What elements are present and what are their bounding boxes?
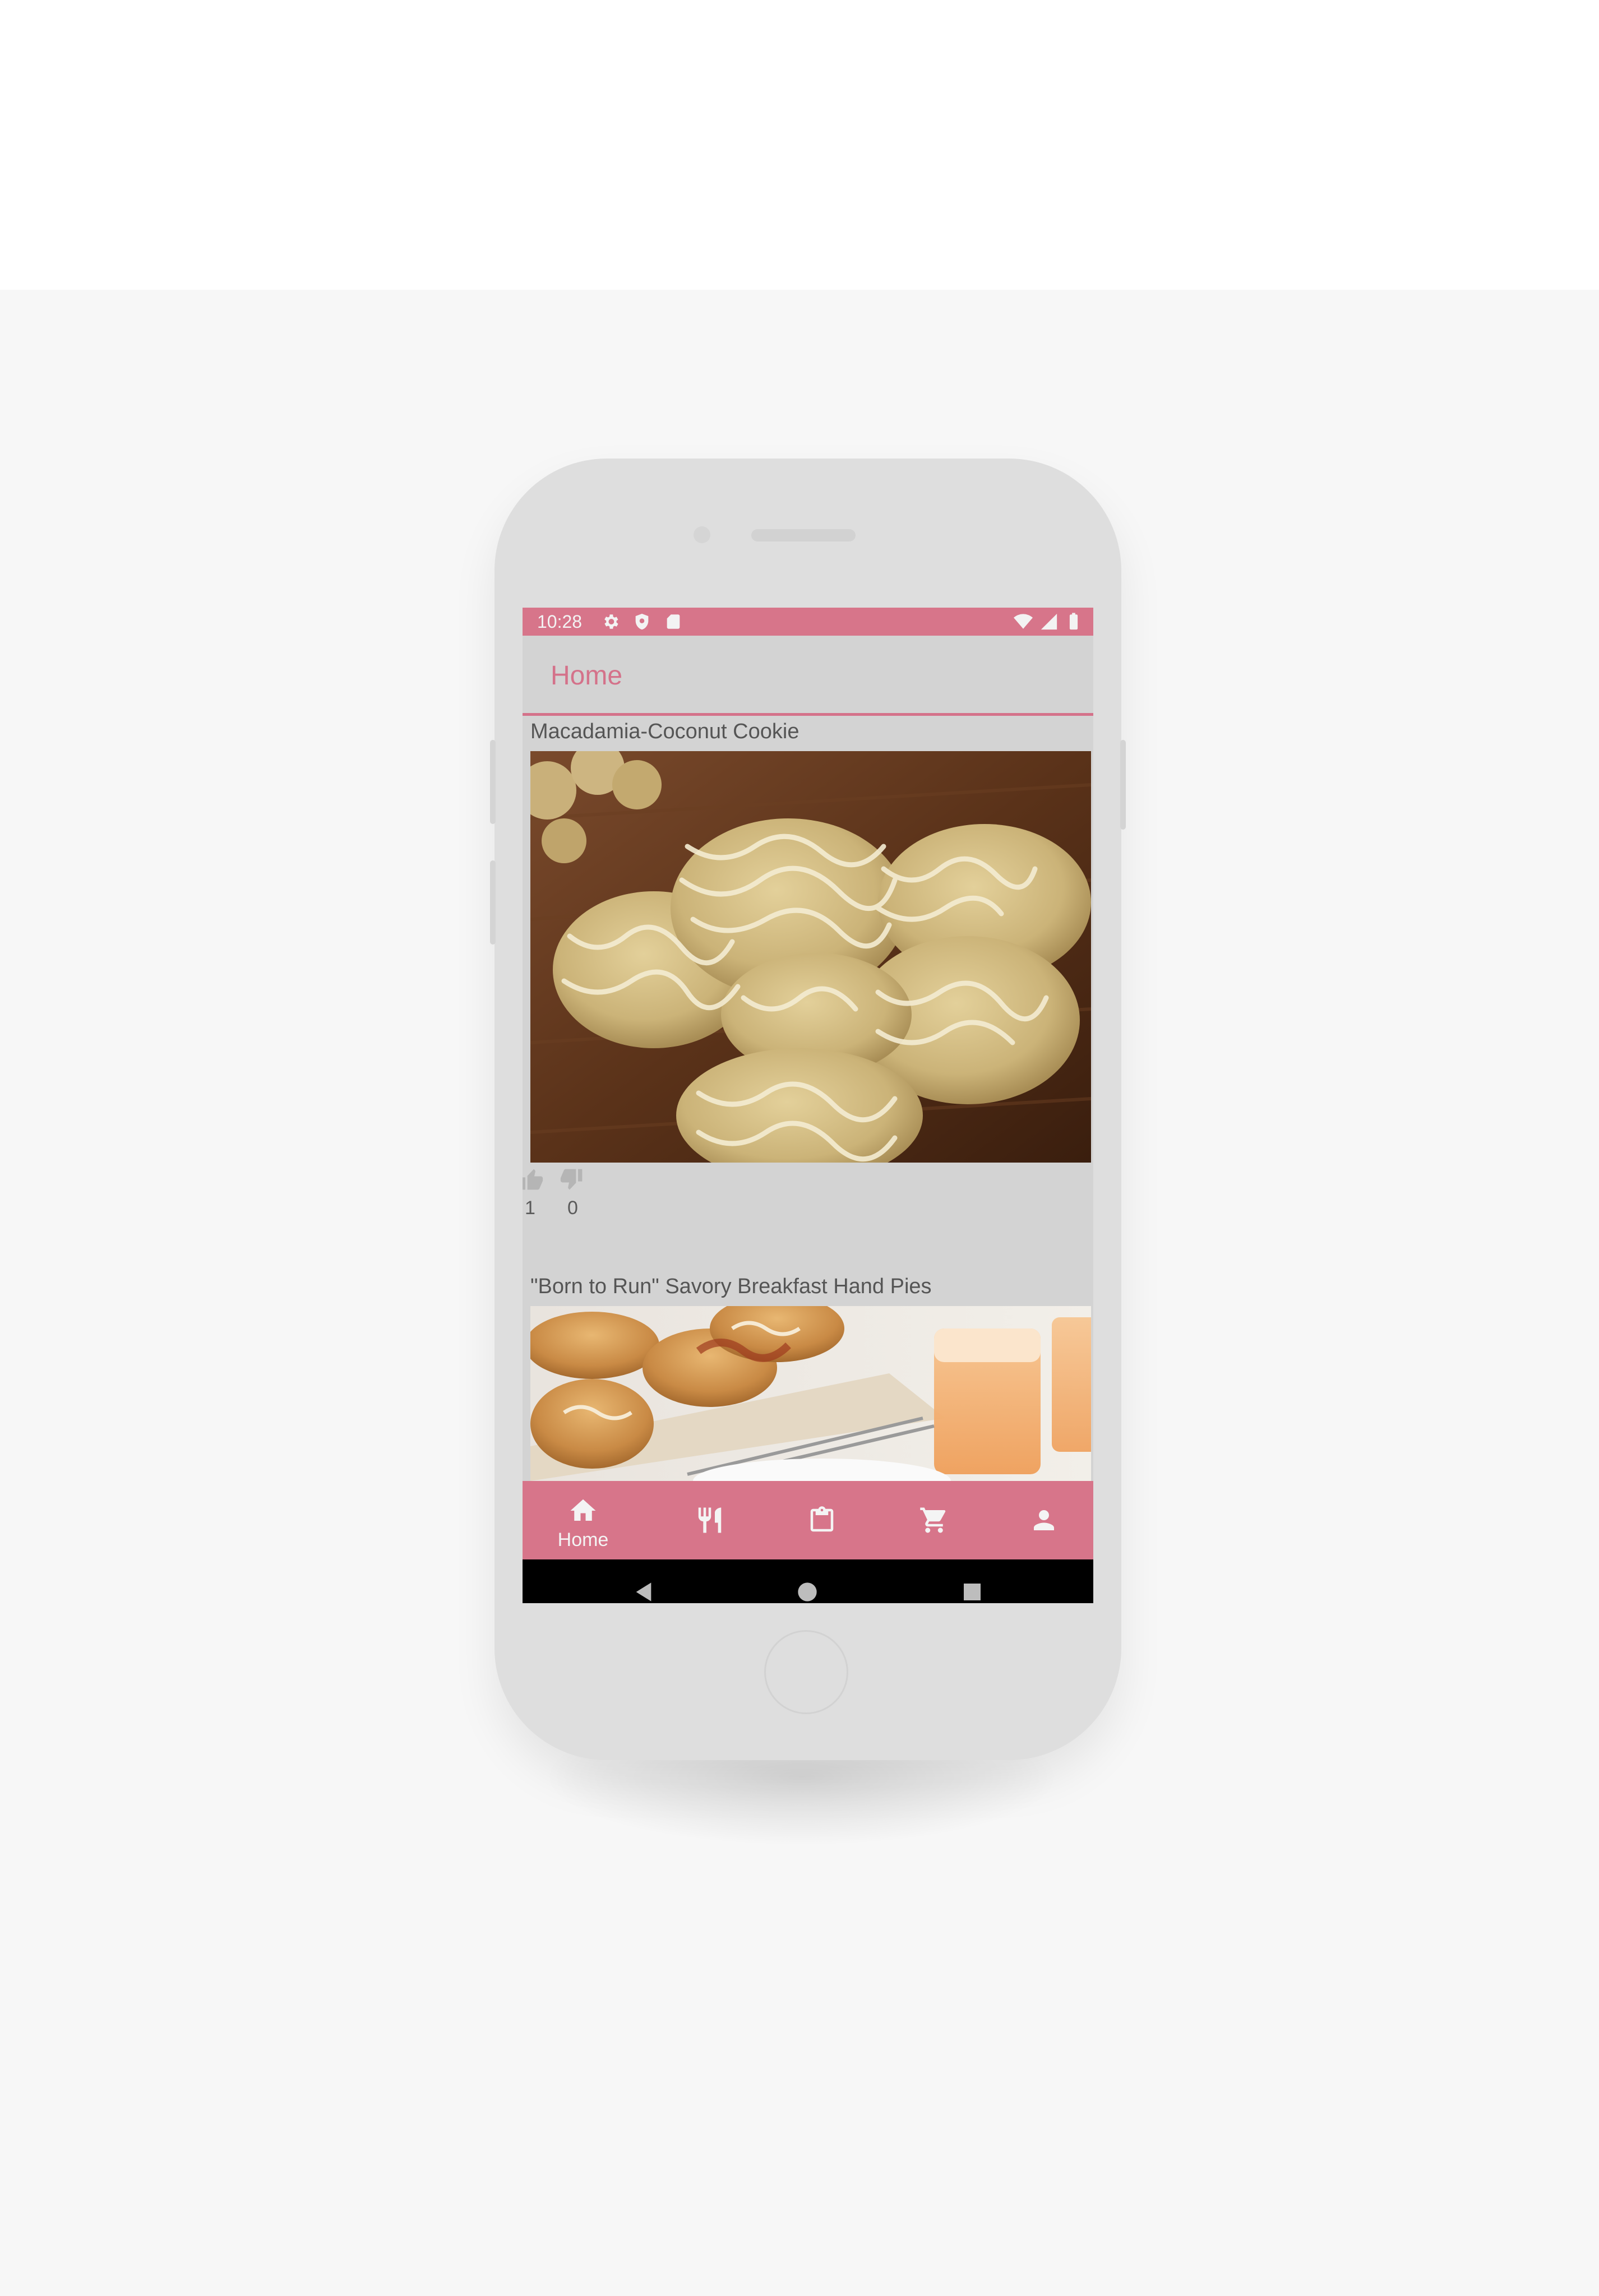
page-top-band xyxy=(0,0,1599,290)
phone-side-button xyxy=(490,860,496,945)
front-camera xyxy=(694,526,710,543)
app-bar-divider xyxy=(523,713,1093,716)
recipe-title[interactable]: Macadamia-Coconut Cookie xyxy=(530,720,799,744)
status-bar: 10:28 xyxy=(523,608,1093,636)
back-icon[interactable] xyxy=(632,1581,655,1603)
nav-label-home: Home xyxy=(557,1529,609,1550)
clipboard-icon xyxy=(810,1506,834,1532)
nav-item-cart[interactable] xyxy=(898,1481,970,1559)
nav-item-orders[interactable] xyxy=(786,1481,858,1559)
recipe-title[interactable]: "Born to Run" Savory Breakfast Hand Pies xyxy=(530,1275,932,1299)
fork-knife-icon xyxy=(698,1507,722,1533)
nav-item-menu[interactable] xyxy=(674,1481,746,1559)
phone-home-button[interactable] xyxy=(764,1630,848,1714)
thumbs-up-icon[interactable] xyxy=(523,1167,544,1192)
gear-icon xyxy=(604,614,618,629)
phone-speaker xyxy=(751,529,856,541)
thumbs-down-icon[interactable] xyxy=(560,1167,584,1192)
dislike-count: 0 xyxy=(567,1197,578,1219)
system-navigation-bar xyxy=(523,1559,1093,1603)
phone-power-button xyxy=(1120,740,1126,830)
battery-icon xyxy=(1069,613,1078,630)
phone-side-button xyxy=(490,740,496,824)
home-icon xyxy=(570,1499,596,1521)
sim-card-icon xyxy=(667,614,680,629)
signal-icon xyxy=(1041,613,1057,630)
app-screen: 10:28 Home Macadamia-Coconut Cookie 1 0 … xyxy=(523,608,1093,1603)
recents-icon[interactable] xyxy=(961,1581,983,1603)
status-time: 10:28 xyxy=(537,612,583,632)
page-title: Home xyxy=(551,661,623,691)
like-count: 1 xyxy=(525,1197,535,1219)
nav-item-home[interactable]: Home xyxy=(547,1481,619,1559)
cart-icon xyxy=(920,1507,946,1533)
bottom-navigation: Home xyxy=(523,1481,1093,1559)
recipe-photo[interactable] xyxy=(530,751,1091,1163)
home-circle-icon[interactable] xyxy=(796,1581,819,1603)
person-icon xyxy=(1034,1510,1054,1530)
shield-icon xyxy=(635,613,649,630)
wifi-icon xyxy=(1014,614,1033,629)
app-bar: Home xyxy=(523,636,1093,716)
recipe-photo[interactable] xyxy=(530,1306,1091,1481)
nav-item-profile[interactable] xyxy=(1008,1481,1080,1559)
